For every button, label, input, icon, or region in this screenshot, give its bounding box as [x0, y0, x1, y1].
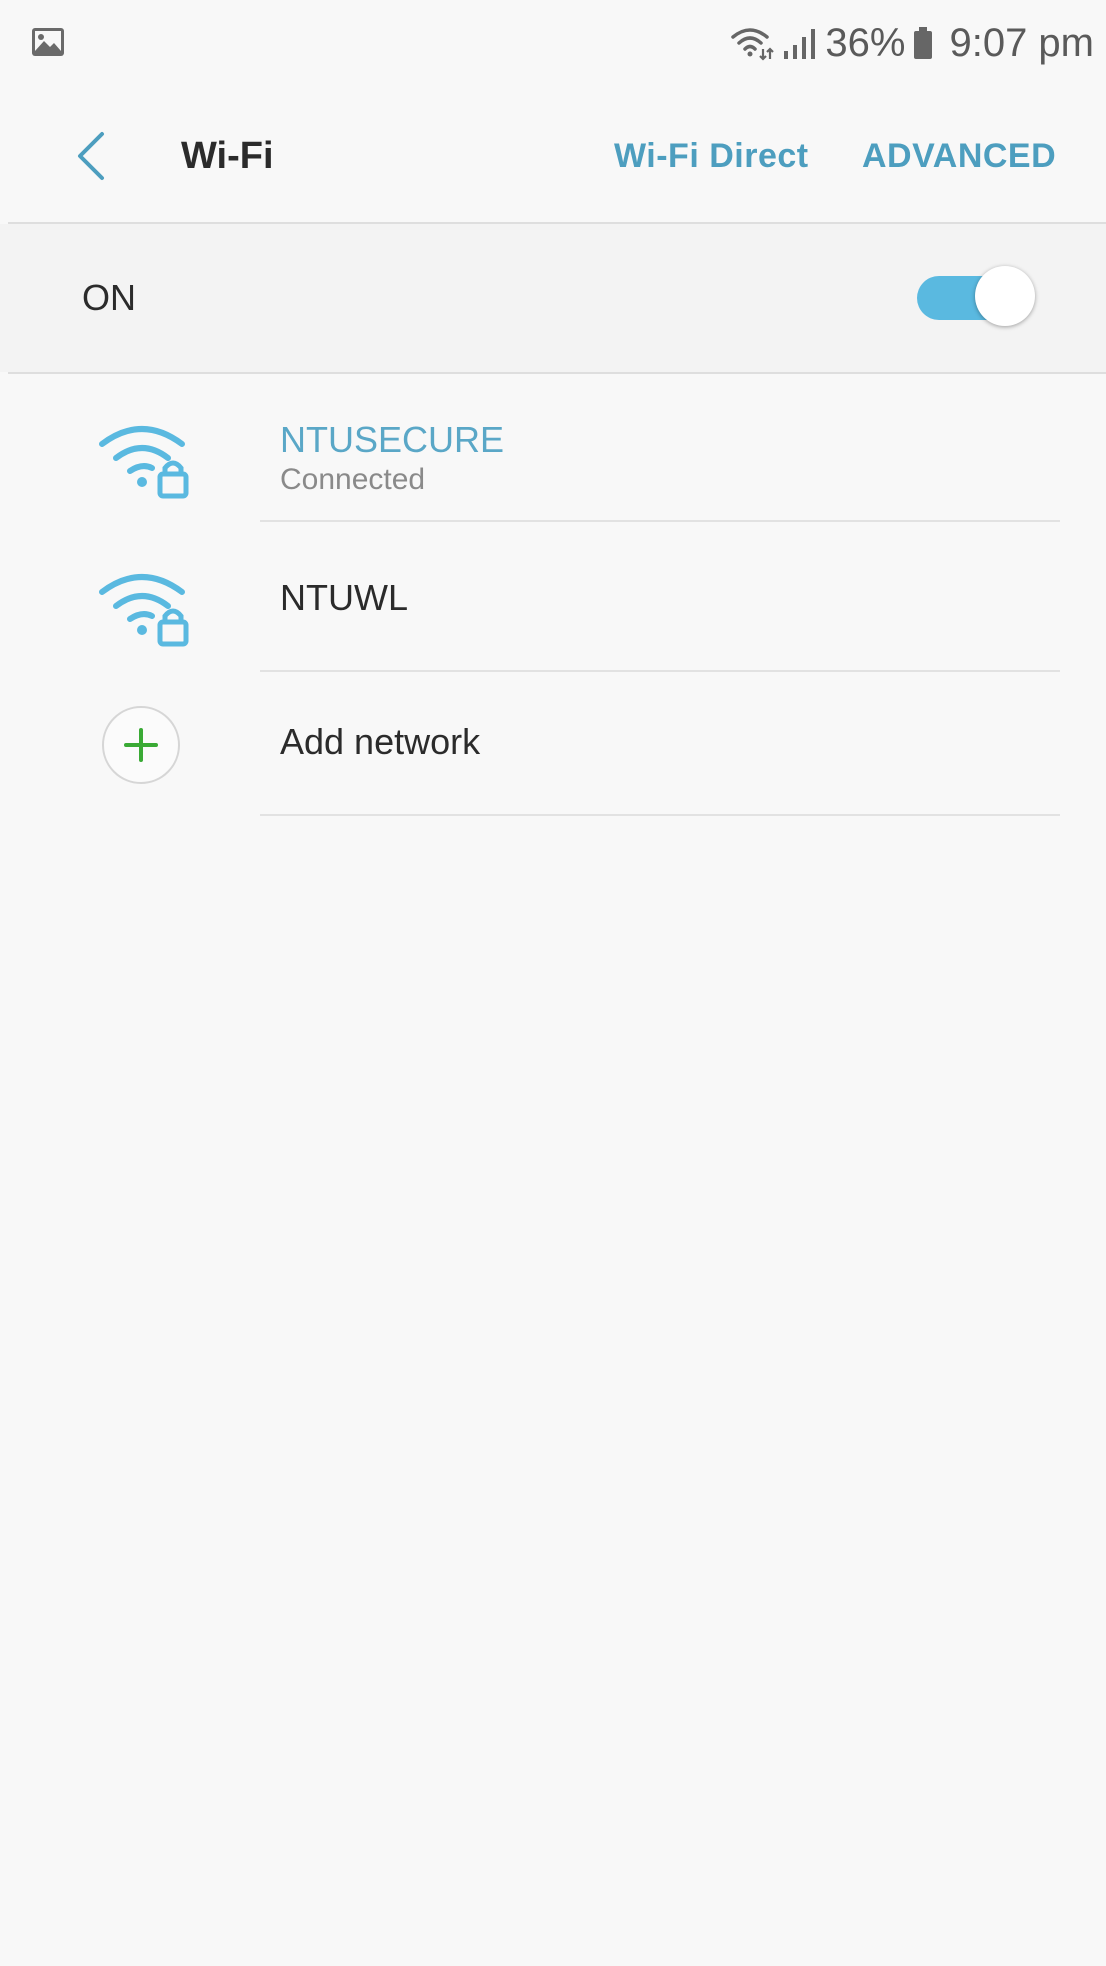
image-notification-icon: [32, 28, 64, 56]
network-ssid: NTUSECURE: [280, 419, 505, 460]
network-status: Connected: [280, 463, 426, 496]
network-item-ntuwl[interactable]: NTUWL: [0, 522, 1106, 670]
list-divider: [260, 814, 1060, 816]
add-network-label: Add network: [280, 721, 481, 762]
add-network-item[interactable]: Add network: [0, 672, 1106, 816]
battery-icon: [914, 27, 933, 59]
wifi-direct-button[interactable]: Wi-Fi Direct: [614, 126, 809, 186]
wifi-activity-icon: [731, 28, 775, 61]
wifi-lock-icon: [99, 574, 189, 647]
switch-thumb: [975, 266, 1035, 326]
wifi-state-label: ON: [82, 277, 136, 318]
wifi-switch[interactable]: [917, 266, 1035, 328]
advanced-button[interactable]: ADVANCED: [862, 126, 1056, 186]
cell-signal-icon: [784, 29, 816, 59]
back-button[interactable]: [66, 123, 116, 189]
status-indicators: 36% 9:07 pm: [729, 15, 1094, 71]
network-ssid: NTUWL: [280, 577, 408, 618]
app-bar: Wi-Fi Wi-Fi Direct ADVANCED: [0, 90, 1106, 222]
status-time: 9:07 pm: [949, 21, 1094, 65]
network-item-ntusecure[interactable]: NTUSECURE Connected: [0, 374, 1106, 520]
status-bar: 36% 9:07 pm: [0, 0, 1106, 90]
wifi-settings-screen: 36% 9:07 pm Wi-Fi Wi-Fi Direct ADVANCED …: [0, 0, 1106, 1966]
wifi-lock-icon: [99, 426, 189, 499]
plus-icon: [124, 728, 158, 762]
add-network-circle: [102, 706, 180, 784]
wifi-toggle-row[interactable]: ON: [0, 224, 1106, 372]
chevron-left-icon: [78, 132, 104, 180]
battery-percent: 36%: [825, 21, 906, 65]
page-title: Wi-Fi: [181, 135, 274, 177]
